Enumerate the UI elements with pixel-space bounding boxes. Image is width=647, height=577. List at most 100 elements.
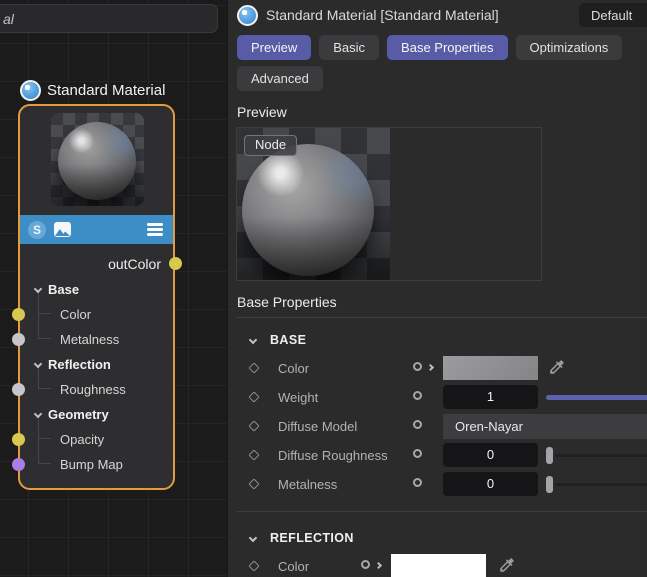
standard-material-node[interactable]: S outColor Base Color xyxy=(18,104,175,490)
eyedropper-icon[interactable] xyxy=(548,358,566,379)
tab-preview[interactable]: Preview xyxy=(237,35,311,60)
material-sphere-icon xyxy=(237,5,258,26)
slider-track[interactable] xyxy=(555,483,647,486)
color-swatch[interactable] xyxy=(391,554,486,577)
port-circle-icon[interactable] xyxy=(413,420,422,429)
slider-track[interactable] xyxy=(555,454,647,457)
bump-map-input-port[interactable] xyxy=(12,458,25,471)
default-button[interactable]: Default xyxy=(579,3,647,27)
parameter-diamond-icon[interactable] xyxy=(248,391,259,402)
chevron-down-icon[interactable] xyxy=(34,285,42,293)
node-graph-canvas[interactable]: Standard Material S outColor xyxy=(0,0,227,577)
tree-group-label: Reflection xyxy=(48,352,111,377)
color-input-port[interactable] xyxy=(12,308,25,321)
chevron-down-icon[interactable] xyxy=(249,534,257,542)
metalness-input-port[interactable] xyxy=(12,333,25,346)
row-weight: Weight 1 xyxy=(228,383,647,412)
group-label: BASE xyxy=(270,333,306,347)
parameter-diamond-icon[interactable] xyxy=(248,478,259,489)
s-badge-icon: S xyxy=(28,221,46,239)
tree-item-label: Opacity xyxy=(60,427,104,452)
tree-item-color[interactable]: Color xyxy=(20,302,173,327)
row-diffuse-model: Diffuse Model Oren-Nayar xyxy=(228,412,647,441)
preview-mode-badge[interactable]: Node xyxy=(244,135,297,156)
weight-value-field[interactable]: 1 xyxy=(443,385,538,409)
expand-arrow-icon[interactable] xyxy=(427,364,434,371)
roughness-input-port[interactable] xyxy=(12,383,25,396)
node-preview-thumbnail[interactable] xyxy=(51,113,144,206)
row-metalness: Metalness 0 xyxy=(228,470,647,499)
row-base-color: Color xyxy=(228,354,647,383)
preview-shadow-overlay xyxy=(51,113,144,206)
port-circle-icon[interactable] xyxy=(413,391,422,400)
parameter-diamond-icon[interactable] xyxy=(248,420,259,431)
tree-item-label: Color xyxy=(60,302,91,327)
tree-item-opacity[interactable]: Opacity xyxy=(20,427,173,452)
tree-item-label: Bump Map xyxy=(60,452,123,477)
tree-group-base[interactable]: Base xyxy=(20,277,173,302)
row-label: Weight xyxy=(278,383,318,412)
panel-header: Standard Material [Standard Material] De… xyxy=(228,0,647,30)
tab-advanced[interactable]: Advanced xyxy=(237,66,323,91)
eyedropper-icon[interactable] xyxy=(498,556,516,577)
tree-item-label: Roughness xyxy=(60,377,126,402)
row-label: Color xyxy=(278,552,309,577)
row-label: Diffuse Model xyxy=(278,412,357,441)
row-diffuse-roughness: Diffuse Roughness 0 xyxy=(228,441,647,470)
color-swatch[interactable] xyxy=(443,356,538,380)
chevron-down-icon[interactable] xyxy=(249,336,257,344)
tree-item-bump-map[interactable]: Bump Map xyxy=(20,452,173,477)
tree-item-label: Metalness xyxy=(60,327,119,352)
outcolor-port[interactable] xyxy=(169,257,182,270)
row-label: Diffuse Roughness xyxy=(278,441,388,470)
row-label: Color xyxy=(278,354,309,383)
divider xyxy=(236,511,647,512)
tree-group-label: Base xyxy=(48,277,79,302)
weight-slider[interactable] xyxy=(546,395,647,400)
expand-arrow-icon[interactable] xyxy=(375,562,382,569)
tab-basic[interactable]: Basic xyxy=(319,35,379,60)
preview-viewport[interactable]: Node xyxy=(236,127,542,281)
node-header-bar[interactable]: S xyxy=(20,215,173,244)
image-icon xyxy=(54,222,71,237)
group-header-reflection[interactable]: REFLECTION xyxy=(228,526,647,552)
parameter-diamond-icon[interactable] xyxy=(248,362,259,373)
slider-handle[interactable] xyxy=(546,447,553,464)
row-label: Metalness xyxy=(278,470,337,499)
port-circle-icon[interactable] xyxy=(361,560,370,569)
slider-handle[interactable] xyxy=(546,476,553,493)
preview-section-label: Preview xyxy=(237,104,647,120)
port-circle-icon[interactable] xyxy=(413,449,422,458)
tree-item-metalness[interactable]: Metalness xyxy=(20,327,173,352)
diffuse-model-dropdown[interactable]: Oren-Nayar xyxy=(443,414,647,439)
attribute-panel: Standard Material [Standard Material] De… xyxy=(227,0,647,577)
port-circle-icon[interactable] xyxy=(413,362,422,371)
port-circle-icon[interactable] xyxy=(413,478,422,487)
tree-group-label: Geometry xyxy=(48,402,109,427)
parameter-diamond-icon[interactable] xyxy=(248,560,259,571)
opacity-input-port[interactable] xyxy=(12,433,25,446)
tree-group-geometry[interactable]: Geometry xyxy=(20,402,173,427)
material-node-editor-window: Standard Material S outColor xyxy=(0,0,647,577)
node-title[interactable]: Standard Material xyxy=(20,80,165,101)
chevron-down-icon[interactable] xyxy=(34,410,42,418)
node-title-label: Standard Material xyxy=(47,82,165,99)
row-reflection-color: Color xyxy=(228,552,647,577)
tree-item-roughness[interactable]: Roughness xyxy=(20,377,173,402)
chevron-down-icon[interactable] xyxy=(34,360,42,368)
panel-tabs: Preview Basic Base Properties Optimizati… xyxy=(228,30,647,91)
hamburger-menu-icon[interactable] xyxy=(147,223,163,226)
divider xyxy=(236,317,647,318)
group-header-base[interactable]: BASE xyxy=(228,328,647,354)
tab-optimizations[interactable]: Optimizations xyxy=(516,35,623,60)
diffuse-roughness-value-field[interactable]: 0 xyxy=(443,443,538,467)
panel-title: Standard Material [Standard Material] xyxy=(266,7,499,23)
group-label: REFLECTION xyxy=(270,531,354,545)
metalness-value-field[interactable]: 0 xyxy=(443,472,538,496)
node-search-input[interactable] xyxy=(0,4,218,33)
material-sphere-icon xyxy=(20,80,41,101)
tree-group-reflection[interactable]: Reflection xyxy=(20,352,173,377)
tab-base-properties[interactable]: Base Properties xyxy=(387,35,508,60)
outcolor-row: outColor xyxy=(20,253,161,275)
parameter-diamond-icon[interactable] xyxy=(248,449,259,460)
